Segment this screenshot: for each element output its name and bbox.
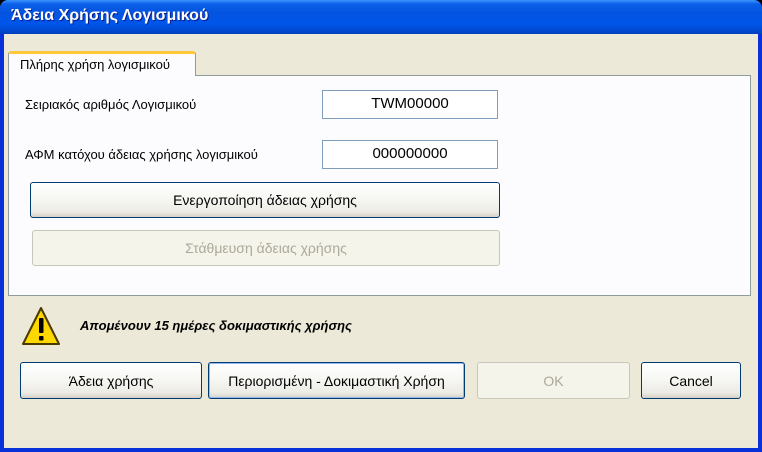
afm-field[interactable]: 000000000	[322, 140, 498, 169]
license-button[interactable]: Άδεια χρήσης	[20, 362, 202, 399]
title-bar[interactable]: Άδεια Χρήσης Λογισμικού	[0, 0, 762, 34]
tab-label: Πλήρης χρήση λογισμικού	[20, 57, 170, 72]
afm-label: ΑΦΜ κατόχου άδειας χρήσης λογισμικού	[25, 147, 258, 162]
license-dialog: Άδεια Χρήσης Λογισμικού Πλήρης χρήση λογ…	[0, 0, 762, 452]
trial-use-button[interactable]: Περιορισμένη - Δοκιμαστική Χρήση	[208, 362, 465, 399]
window-title: Άδεια Χρήσης Λογισμικού	[11, 7, 209, 24]
ok-button[interactable]: OK	[477, 362, 630, 399]
tab-full-usage[interactable]: Πλήρης χρήση λογισμικού	[8, 51, 196, 76]
serial-field[interactable]: TWM00000	[322, 90, 498, 119]
cancel-button[interactable]: Cancel	[641, 362, 741, 399]
warning-icon	[22, 307, 60, 345]
trial-remaining-message: Απομένουν 15 ημέρες δοκιμαστικής χρήσης	[80, 318, 352, 333]
serial-label: Σειριακός αριθμός Λογισμικού	[25, 97, 197, 112]
park-license-button[interactable]: Στάθμευση άδειας χρήσης	[32, 230, 500, 266]
activate-license-button[interactable]: Ενεργοποίηση άδειας χρήσης	[30, 182, 500, 218]
